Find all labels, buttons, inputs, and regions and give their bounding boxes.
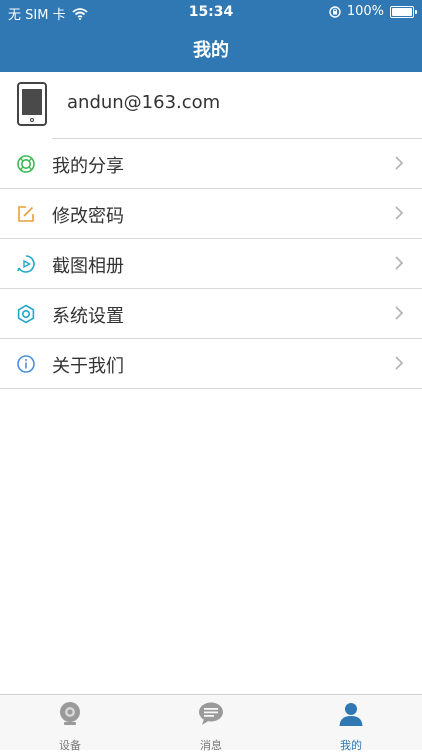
battery-percent: 100% [346, 4, 384, 19]
menu-label-screenshot-album: 截图相册 [52, 256, 124, 277]
header: 无 SIM 卡 15:34 100% 我的 [0, 0, 422, 72]
gear-icon [16, 304, 36, 324]
tab-bar: 设备 消息 我的 [0, 694, 422, 753]
person-icon [339, 703, 363, 726]
chevron-right-icon [395, 356, 404, 370]
menu-item-screenshot-album[interactable]: 截图相册 [0, 239, 422, 289]
status-right: 100% [329, 4, 417, 19]
tab-label-messages: 消息 [200, 739, 222, 752]
chevron-right-icon [395, 156, 404, 170]
chevron-right-icon [395, 256, 404, 270]
menu-item-system-settings[interactable]: 系统设置 [0, 289, 422, 339]
tab-label-mine: 我的 [340, 739, 362, 752]
menu-item-share[interactable]: 我的分享 [0, 139, 422, 189]
share-ring-icon [16, 154, 36, 174]
menu-label-share: 我的分享 [52, 156, 124, 177]
menu-item-about-us[interactable]: 关于我们 [0, 339, 422, 389]
orientation-lock-icon [329, 5, 341, 18]
menu-label-about-us: 关于我们 [52, 356, 124, 377]
menu-label-change-password: 修改密码 [52, 206, 124, 227]
page-title: 我的 [193, 40, 229, 61]
chevron-right-icon [395, 206, 404, 220]
profile-email: andun@163.com [67, 92, 221, 113]
menu-item-change-password[interactable]: 修改密码 [0, 189, 422, 239]
info-icon [16, 354, 36, 374]
menu-label-system-settings: 系统设置 [52, 306, 124, 327]
tab-messages[interactable]: 消息 [171, 701, 251, 753]
chat-bubble-icon [199, 702, 223, 725]
battery-icon [390, 5, 417, 18]
play-album-icon [16, 254, 36, 274]
camera-icon [60, 702, 80, 725]
tab-devices[interactable]: 设备 [30, 701, 110, 753]
edit-icon [16, 204, 36, 224]
tab-mine[interactable]: 我的 [311, 701, 391, 753]
profile-row[interactable]: andun@163.com [0, 72, 422, 138]
status-bar: 无 SIM 卡 15:34 100% [0, 0, 422, 24]
settings-menu: 我的分享 修改密码 截图相册 系统设置 关于我们 [0, 139, 422, 389]
chevron-right-icon [395, 306, 404, 320]
tab-label-devices: 设备 [59, 739, 81, 752]
device-phone-icon [17, 82, 47, 126]
